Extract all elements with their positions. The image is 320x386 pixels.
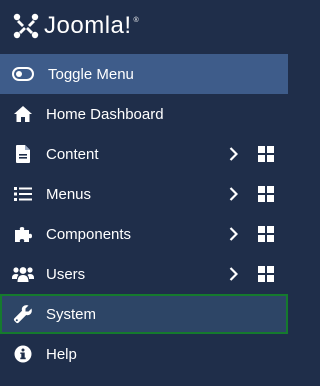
home-icon xyxy=(12,103,34,125)
menu-item-home-dashboard[interactable]: Home Dashboard xyxy=(0,94,288,134)
menu-item-label: Menus xyxy=(46,185,92,203)
dashboard-grid-icon[interactable] xyxy=(258,266,274,282)
file-icon xyxy=(12,143,34,165)
menu-item-label: Content xyxy=(46,145,99,163)
toggle-menu-button[interactable]: Toggle Menu xyxy=(0,54,288,94)
dashboard-grid-icon[interactable] xyxy=(258,186,274,202)
menu-item-label: Home Dashboard xyxy=(46,105,164,123)
menu-item-label: Components xyxy=(46,225,132,243)
menu-item-users[interactable]: Users xyxy=(0,254,288,294)
menu-item-menus[interactable]: Menus xyxy=(0,174,288,214)
users-icon xyxy=(12,263,34,285)
menu-item-label: Help xyxy=(46,345,77,363)
dashboard-grid-icon[interactable] xyxy=(258,226,274,242)
sidebar: Joomla! ® Toggle Menu Home Dashboard Con… xyxy=(0,0,288,386)
info-icon xyxy=(12,343,34,365)
list-icon xyxy=(12,183,34,205)
menu-item-components[interactable]: Components xyxy=(0,214,288,254)
brand-name: Joomla! ® xyxy=(44,12,139,40)
chevron-right-icon[interactable] xyxy=(226,147,240,161)
wrench-icon xyxy=(12,303,34,325)
chevron-right-icon[interactable] xyxy=(226,267,240,281)
brand-header[interactable]: Joomla! ® xyxy=(0,0,288,52)
toggle-switch-icon xyxy=(12,67,34,81)
menu-item-label: System xyxy=(46,305,97,323)
chevron-right-icon[interactable] xyxy=(226,227,240,241)
joomla-logo-icon xyxy=(12,12,40,40)
brand-name-text: Joomla! xyxy=(44,12,132,39)
main-menu: Home Dashboard Content Menus Components … xyxy=(0,94,288,374)
menu-item-label: Users xyxy=(46,265,86,283)
dashboard-grid-icon[interactable] xyxy=(258,146,274,162)
menu-item-content[interactable]: Content xyxy=(0,134,288,174)
puzzle-icon xyxy=(12,223,34,245)
menu-item-help[interactable]: Help xyxy=(0,334,288,374)
brand-registered-mark: ® xyxy=(133,17,140,24)
toggle-menu-label: Toggle Menu xyxy=(48,65,134,83)
menu-item-system[interactable]: System xyxy=(0,294,288,334)
chevron-right-icon[interactable] xyxy=(226,187,240,201)
